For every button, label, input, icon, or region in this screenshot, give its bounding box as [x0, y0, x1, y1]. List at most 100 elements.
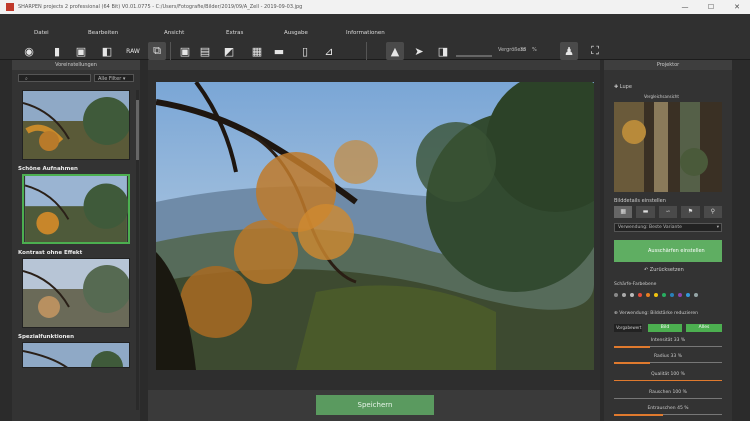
slider-radius[interactable]: Radius 33 % — [614, 354, 722, 364]
presets-scrollbar-thumb[interactable] — [136, 100, 139, 160]
slider-caption: Entrauschen 45 % — [614, 406, 722, 411]
warning-icon[interactable]: ▲ — [386, 42, 404, 60]
presets-search-row: ⌕ Alle Filter ▾ — [12, 70, 140, 86]
color-dot[interactable] — [654, 293, 658, 297]
batch-icon[interactable]: ◧ — [98, 42, 116, 60]
slider-value[interactable]: 33 — [674, 338, 680, 343]
color-dot[interactable] — [662, 293, 666, 297]
color-dot[interactable] — [638, 293, 642, 297]
window-title: SHARPEN projects 2 professional (64 Bit)… — [18, 4, 303, 10]
preset-thumbnail-image — [23, 343, 129, 367]
landscape-icon[interactable]: ∽ — [658, 206, 678, 218]
navigator-preview[interactable] — [614, 102, 722, 192]
color-dot[interactable] — [686, 293, 690, 297]
mode-label[interactable]: Vorgabewert — [614, 324, 642, 332]
slider-quality[interactable]: Qualität 100 % — [614, 372, 722, 381]
save-button[interactable]: Speichern — [316, 395, 434, 415]
maximize-button[interactable]: ☐ — [698, 3, 724, 11]
canvas-header — [148, 60, 600, 70]
color-dot[interactable] — [630, 293, 634, 297]
slider-noise[interactable]: Rauschen 100 % — [614, 390, 722, 399]
menu-ausgabe[interactable]: Ausgabe — [284, 30, 308, 36]
slider-value[interactable]: 100 — [671, 372, 680, 377]
presets-header: Voreinstellungen — [12, 60, 140, 70]
preset-thumbnail-image — [23, 91, 129, 159]
color-dot[interactable] — [678, 293, 682, 297]
slider-track[interactable] — [614, 380, 722, 381]
navigator-label: Vergleichsansicht — [644, 94, 679, 99]
slider-track[interactable] — [614, 346, 722, 348]
slider-caption: Rauschen 100 % — [614, 390, 722, 395]
document-icon[interactable]: ▯ — [296, 42, 314, 60]
save-icon[interactable]: ▣ — [176, 42, 194, 60]
slider-track[interactable] — [614, 398, 722, 399]
presets-scrollbar[interactable] — [136, 90, 139, 410]
menu-bearbeiten[interactable]: Bearbeiten — [88, 30, 118, 36]
slider-track[interactable] — [614, 414, 722, 416]
slider-unit: % — [682, 390, 687, 395]
menu-extras[interactable]: Extras — [226, 30, 243, 36]
chart-icon[interactable]: ⊿ — [320, 42, 338, 60]
slider-unit: % — [680, 338, 686, 343]
reset-icon: ↶ — [644, 267, 649, 273]
toolbar-slider[interactable] — [456, 55, 492, 57]
menu-informationen[interactable]: Informationen — [346, 30, 385, 36]
export-icon[interactable]: ◩ — [220, 42, 238, 60]
reset-row[interactable]: ↶ Zurücksetzen — [644, 267, 684, 273]
brush-icon[interactable]: ⚲ — [703, 206, 723, 218]
zoom-unit: % — [532, 47, 537, 53]
split-view-icon[interactable]: ◨ — [434, 42, 452, 60]
slider-intensity[interactable]: Intensität 33 % — [614, 338, 722, 348]
camera-icon[interactable]: ◉ — [20, 42, 38, 60]
preset-thumbnail[interactable] — [22, 342, 130, 368]
preset-label: Schöne Aufnahmen — [18, 166, 78, 172]
close-button[interactable]: ✕ — [724, 3, 750, 11]
sharpen-variant-select[interactable]: Verwendung: Beste Variante ▾ — [614, 223, 722, 232]
slider-value[interactable]: 45 — [677, 406, 683, 411]
preset-thumbnail-image — [23, 259, 129, 327]
person-icon[interactable]: ♟ — [560, 42, 578, 60]
color-dot[interactable] — [670, 293, 674, 297]
save-bar: Speichern — [148, 390, 600, 421]
slider-fill — [614, 346, 650, 348]
mode-image-button[interactable]: Bild — [648, 324, 682, 332]
presets-search-input[interactable]: ⌕ — [18, 74, 91, 82]
monitor-icon[interactable]: ▬ — [270, 42, 288, 60]
color-dot[interactable] — [614, 293, 618, 297]
mode-all-button[interactable]: Alles — [686, 324, 722, 332]
grid-icon[interactable]: ▦ — [614, 206, 633, 218]
slider-value[interactable]: 33 — [671, 354, 677, 359]
filter-select[interactable]: Alle Filter ▾ — [94, 74, 134, 82]
slider-track[interactable] — [614, 362, 722, 364]
preset-thumbnail[interactable] — [22, 258, 130, 328]
new-file-icon[interactable]: ▮ — [48, 42, 66, 60]
open-file-icon[interactable]: ▣ — [72, 42, 90, 60]
toolbar-separator — [170, 42, 171, 60]
image-canvas: Speichern — [148, 60, 600, 421]
color-dot[interactable] — [646, 293, 650, 297]
color-dot[interactable] — [694, 293, 698, 297]
menu-datei[interactable]: Datei — [34, 30, 49, 36]
pin-icon: ✚ — [614, 84, 619, 90]
main-photo[interactable] — [156, 82, 594, 370]
fullscreen-icon[interactable]: ⛶ — [586, 42, 604, 60]
minimize-button[interactable]: — — [672, 3, 698, 11]
preset-thumbnail[interactable] — [22, 90, 130, 160]
slider-denoise[interactable]: Entrauschen 45 % — [614, 406, 722, 416]
raw-icon[interactable]: RAW — [124, 42, 142, 60]
apply-sharpen-button[interactable]: Ausschärfen einstellen — [614, 240, 722, 262]
layers-icon[interactable]: ▦ — [248, 42, 266, 60]
preset-thumbnail-selected[interactable] — [22, 174, 130, 244]
slider-value[interactable]: 100 — [673, 390, 682, 395]
compare-icon[interactable]: ⧉ — [148, 42, 166, 60]
cursor-icon[interactable]: ➤ — [410, 42, 428, 60]
image-icon[interactable]: ▬ — [636, 206, 655, 218]
color-dot[interactable] — [622, 293, 626, 297]
slider-caption: Qualität 100 % — [614, 372, 722, 377]
menu-ansicht[interactable]: Ansicht — [164, 30, 184, 36]
toggle-icon[interactable]: ⊕ — [614, 311, 618, 316]
print-icon[interactable]: ▤ — [196, 42, 214, 60]
flag-icon[interactable]: ⚑ — [681, 206, 700, 218]
zoom-value[interactable]: 33 — [520, 47, 526, 53]
slider-label: Entrauschen — [647, 406, 676, 411]
